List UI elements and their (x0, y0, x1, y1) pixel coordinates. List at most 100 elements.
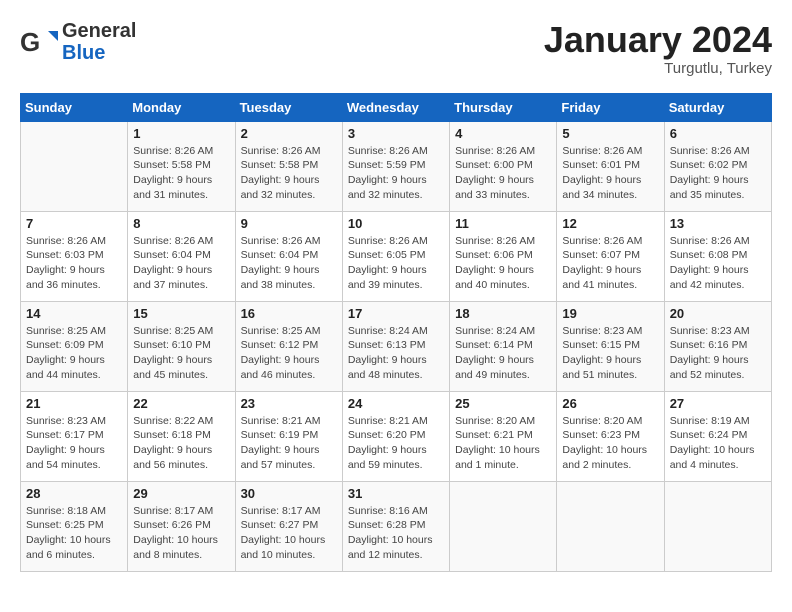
sunset-text: Sunset: 6:28 PM (348, 519, 426, 531)
daylight-text: Daylight: 10 hours and 10 minutes. (241, 534, 326, 561)
sunrise-text: Sunrise: 8:24 AM (455, 325, 535, 337)
daylight-text: Daylight: 10 hours and 1 minute. (455, 444, 540, 471)
day-info: Sunrise: 8:17 AM Sunset: 6:26 PM Dayligh… (133, 504, 229, 563)
calendar-cell: 22 Sunrise: 8:22 AM Sunset: 6:18 PM Dayl… (128, 391, 235, 481)
day-info: Sunrise: 8:19 AM Sunset: 6:24 PM Dayligh… (670, 414, 766, 473)
day-number: 22 (133, 396, 229, 411)
sunrise-text: Sunrise: 8:26 AM (133, 145, 213, 157)
sunrise-text: Sunrise: 8:21 AM (241, 415, 321, 427)
daylight-text: Daylight: 9 hours and 32 minutes. (348, 174, 427, 201)
calendar-cell: 24 Sunrise: 8:21 AM Sunset: 6:20 PM Dayl… (342, 391, 449, 481)
calendar-cell: 13 Sunrise: 8:26 AM Sunset: 6:08 PM Dayl… (664, 211, 771, 301)
header-monday: Monday (128, 93, 235, 121)
day-number: 11 (455, 216, 551, 231)
day-info: Sunrise: 8:22 AM Sunset: 6:18 PM Dayligh… (133, 414, 229, 473)
calendar-cell: 2 Sunrise: 8:26 AM Sunset: 5:58 PM Dayli… (235, 121, 342, 211)
daylight-text: Daylight: 9 hours and 38 minutes. (241, 264, 320, 291)
calendar-cell: 20 Sunrise: 8:23 AM Sunset: 6:16 PM Dayl… (664, 301, 771, 391)
sunset-text: Sunset: 6:23 PM (562, 429, 640, 441)
calendar-cell: 4 Sunrise: 8:26 AM Sunset: 6:00 PM Dayli… (450, 121, 557, 211)
day-info: Sunrise: 8:26 AM Sunset: 6:08 PM Dayligh… (670, 234, 766, 293)
sunrise-text: Sunrise: 8:26 AM (26, 235, 106, 247)
calendar-cell (21, 121, 128, 211)
day-number: 25 (455, 396, 551, 411)
day-info: Sunrise: 8:20 AM Sunset: 6:21 PM Dayligh… (455, 414, 551, 473)
day-number: 26 (562, 396, 658, 411)
daylight-text: Daylight: 9 hours and 31 minutes. (133, 174, 212, 201)
sunset-text: Sunset: 6:16 PM (670, 339, 748, 351)
sunset-text: Sunset: 6:02 PM (670, 159, 748, 171)
calendar-cell: 18 Sunrise: 8:24 AM Sunset: 6:14 PM Dayl… (450, 301, 557, 391)
daylight-text: Daylight: 9 hours and 32 minutes. (241, 174, 320, 201)
calendar-cell: 7 Sunrise: 8:26 AM Sunset: 6:03 PM Dayli… (21, 211, 128, 301)
calendar-cell: 1 Sunrise: 8:26 AM Sunset: 5:58 PM Dayli… (128, 121, 235, 211)
sunrise-text: Sunrise: 8:26 AM (562, 235, 642, 247)
day-number: 13 (670, 216, 766, 231)
daylight-text: Daylight: 9 hours and 34 minutes. (562, 174, 641, 201)
calendar-cell (450, 481, 557, 571)
calendar-header-row: Sunday Monday Tuesday Wednesday Thursday… (21, 93, 772, 121)
location: Turgutlu, Turkey (544, 60, 772, 77)
day-info: Sunrise: 8:20 AM Sunset: 6:23 PM Dayligh… (562, 414, 658, 473)
sunset-text: Sunset: 6:05 PM (348, 249, 426, 261)
header-saturday: Saturday (664, 93, 771, 121)
sunrise-text: Sunrise: 8:23 AM (26, 415, 106, 427)
calendar-cell: 11 Sunrise: 8:26 AM Sunset: 6:06 PM Dayl… (450, 211, 557, 301)
daylight-text: Daylight: 10 hours and 4 minutes. (670, 444, 755, 471)
sunrise-text: Sunrise: 8:26 AM (670, 145, 750, 157)
day-number: 29 (133, 486, 229, 501)
logo-blue: Blue (62, 42, 136, 64)
header-sunday: Sunday (21, 93, 128, 121)
sunrise-text: Sunrise: 8:23 AM (562, 325, 642, 337)
day-number: 3 (348, 126, 444, 141)
sunset-text: Sunset: 6:20 PM (348, 429, 426, 441)
sunrise-text: Sunrise: 8:26 AM (670, 235, 750, 247)
day-info: Sunrise: 8:25 AM Sunset: 6:10 PM Dayligh… (133, 324, 229, 383)
sunset-text: Sunset: 6:14 PM (455, 339, 533, 351)
daylight-text: Daylight: 10 hours and 2 minutes. (562, 444, 647, 471)
daylight-text: Daylight: 9 hours and 56 minutes. (133, 444, 212, 471)
sunrise-text: Sunrise: 8:26 AM (241, 145, 321, 157)
day-info: Sunrise: 8:26 AM Sunset: 6:04 PM Dayligh… (133, 234, 229, 293)
day-number: 31 (348, 486, 444, 501)
day-number: 6 (670, 126, 766, 141)
daylight-text: Daylight: 9 hours and 49 minutes. (455, 354, 534, 381)
daylight-text: Daylight: 9 hours and 45 minutes. (133, 354, 212, 381)
day-number: 24 (348, 396, 444, 411)
sunrise-text: Sunrise: 8:26 AM (348, 145, 428, 157)
header-thursday: Thursday (450, 93, 557, 121)
calendar-cell: 12 Sunrise: 8:26 AM Sunset: 6:07 PM Dayl… (557, 211, 664, 301)
day-number: 10 (348, 216, 444, 231)
logo-icon: G (20, 23, 58, 61)
calendar-cell: 16 Sunrise: 8:25 AM Sunset: 6:12 PM Dayl… (235, 301, 342, 391)
calendar-cell (557, 481, 664, 571)
calendar-cell: 23 Sunrise: 8:21 AM Sunset: 6:19 PM Dayl… (235, 391, 342, 481)
day-info: Sunrise: 8:26 AM Sunset: 5:58 PM Dayligh… (133, 144, 229, 203)
calendar-week-row: 14 Sunrise: 8:25 AM Sunset: 6:09 PM Dayl… (21, 301, 772, 391)
day-info: Sunrise: 8:26 AM Sunset: 6:06 PM Dayligh… (455, 234, 551, 293)
day-info: Sunrise: 8:26 AM Sunset: 5:59 PM Dayligh… (348, 144, 444, 203)
calendar-cell (664, 481, 771, 571)
daylight-text: Daylight: 10 hours and 12 minutes. (348, 534, 433, 561)
logo-general: General (62, 20, 136, 42)
sunrise-text: Sunrise: 8:18 AM (26, 505, 106, 517)
day-number: 1 (133, 126, 229, 141)
day-info: Sunrise: 8:23 AM Sunset: 6:15 PM Dayligh… (562, 324, 658, 383)
daylight-text: Daylight: 10 hours and 6 minutes. (26, 534, 111, 561)
day-info: Sunrise: 8:23 AM Sunset: 6:16 PM Dayligh… (670, 324, 766, 383)
page-header: G General Blue January 2024 Turgutlu, Tu… (20, 20, 772, 77)
daylight-text: Daylight: 9 hours and 41 minutes. (562, 264, 641, 291)
day-number: 9 (241, 216, 337, 231)
sunrise-text: Sunrise: 8:25 AM (26, 325, 106, 337)
day-info: Sunrise: 8:25 AM Sunset: 6:09 PM Dayligh… (26, 324, 122, 383)
daylight-text: Daylight: 9 hours and 35 minutes. (670, 174, 749, 201)
day-number: 16 (241, 306, 337, 321)
sunset-text: Sunset: 6:26 PM (133, 519, 211, 531)
sunset-text: Sunset: 5:59 PM (348, 159, 426, 171)
sunrise-text: Sunrise: 8:26 AM (455, 145, 535, 157)
sunrise-text: Sunrise: 8:24 AM (348, 325, 428, 337)
calendar-week-row: 1 Sunrise: 8:26 AM Sunset: 5:58 PM Dayli… (21, 121, 772, 211)
daylight-text: Daylight: 9 hours and 42 minutes. (670, 264, 749, 291)
sunset-text: Sunset: 6:01 PM (562, 159, 640, 171)
sunrise-text: Sunrise: 8:17 AM (133, 505, 213, 517)
